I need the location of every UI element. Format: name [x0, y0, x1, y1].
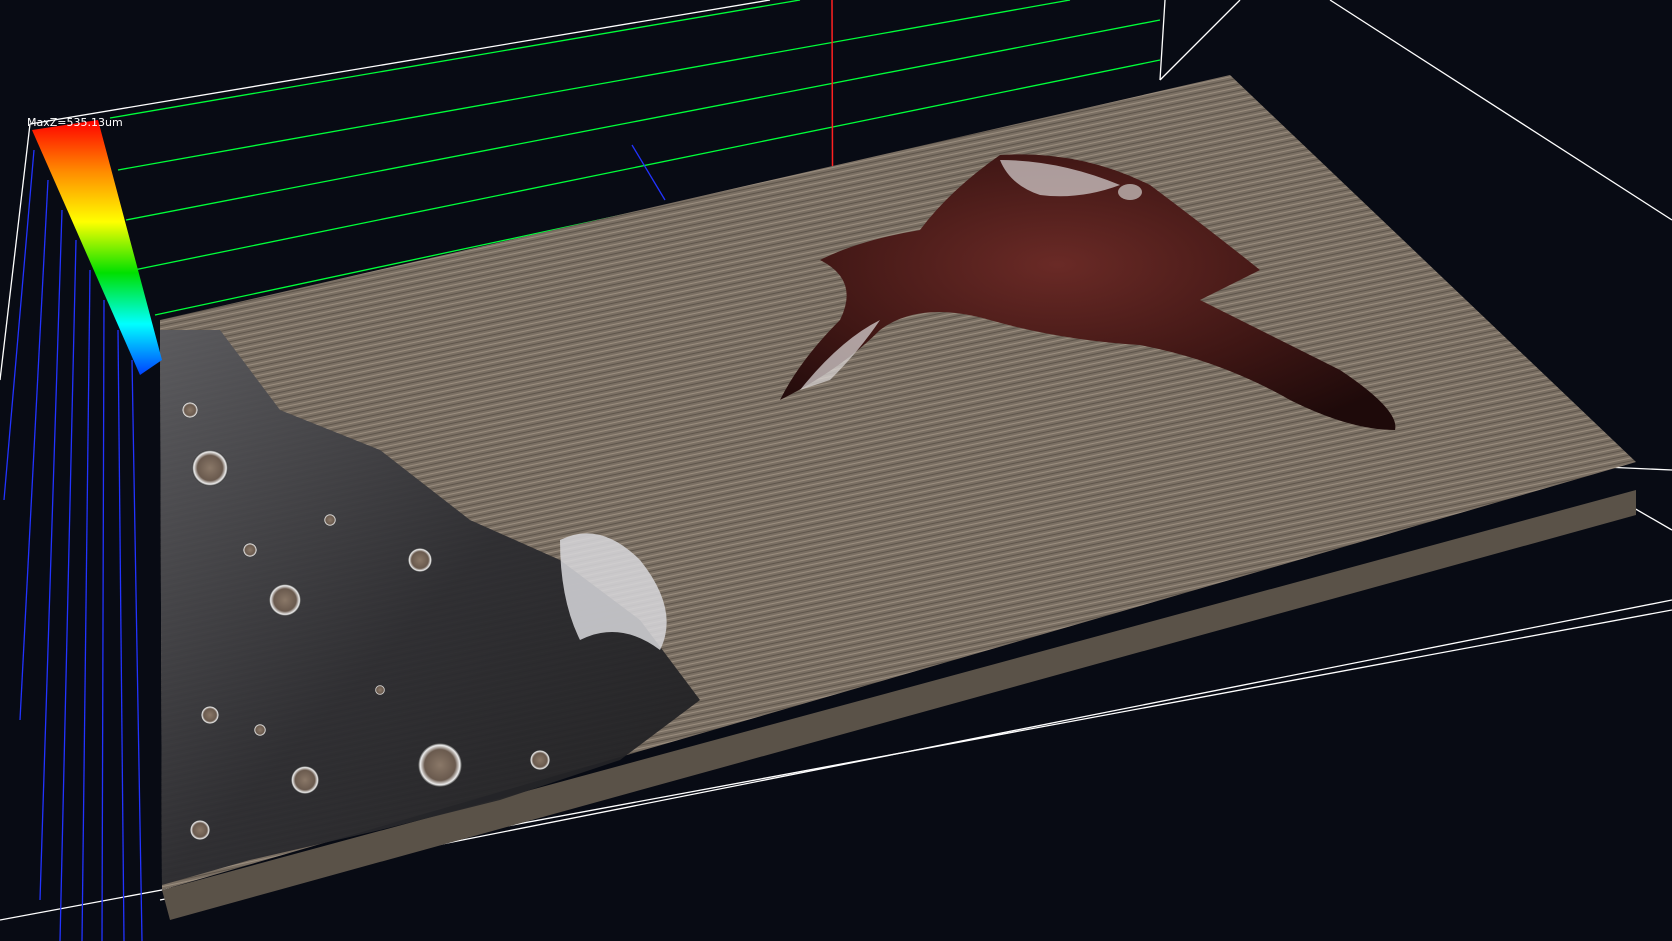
maxz-label: MaxZ=535.13um	[27, 116, 123, 129]
3d-scene[interactable]	[0, 0, 1672, 941]
color-scale-bar	[32, 120, 162, 375]
3d-surface-viewer[interactable]: MaxZ=535.13um	[0, 0, 1672, 941]
